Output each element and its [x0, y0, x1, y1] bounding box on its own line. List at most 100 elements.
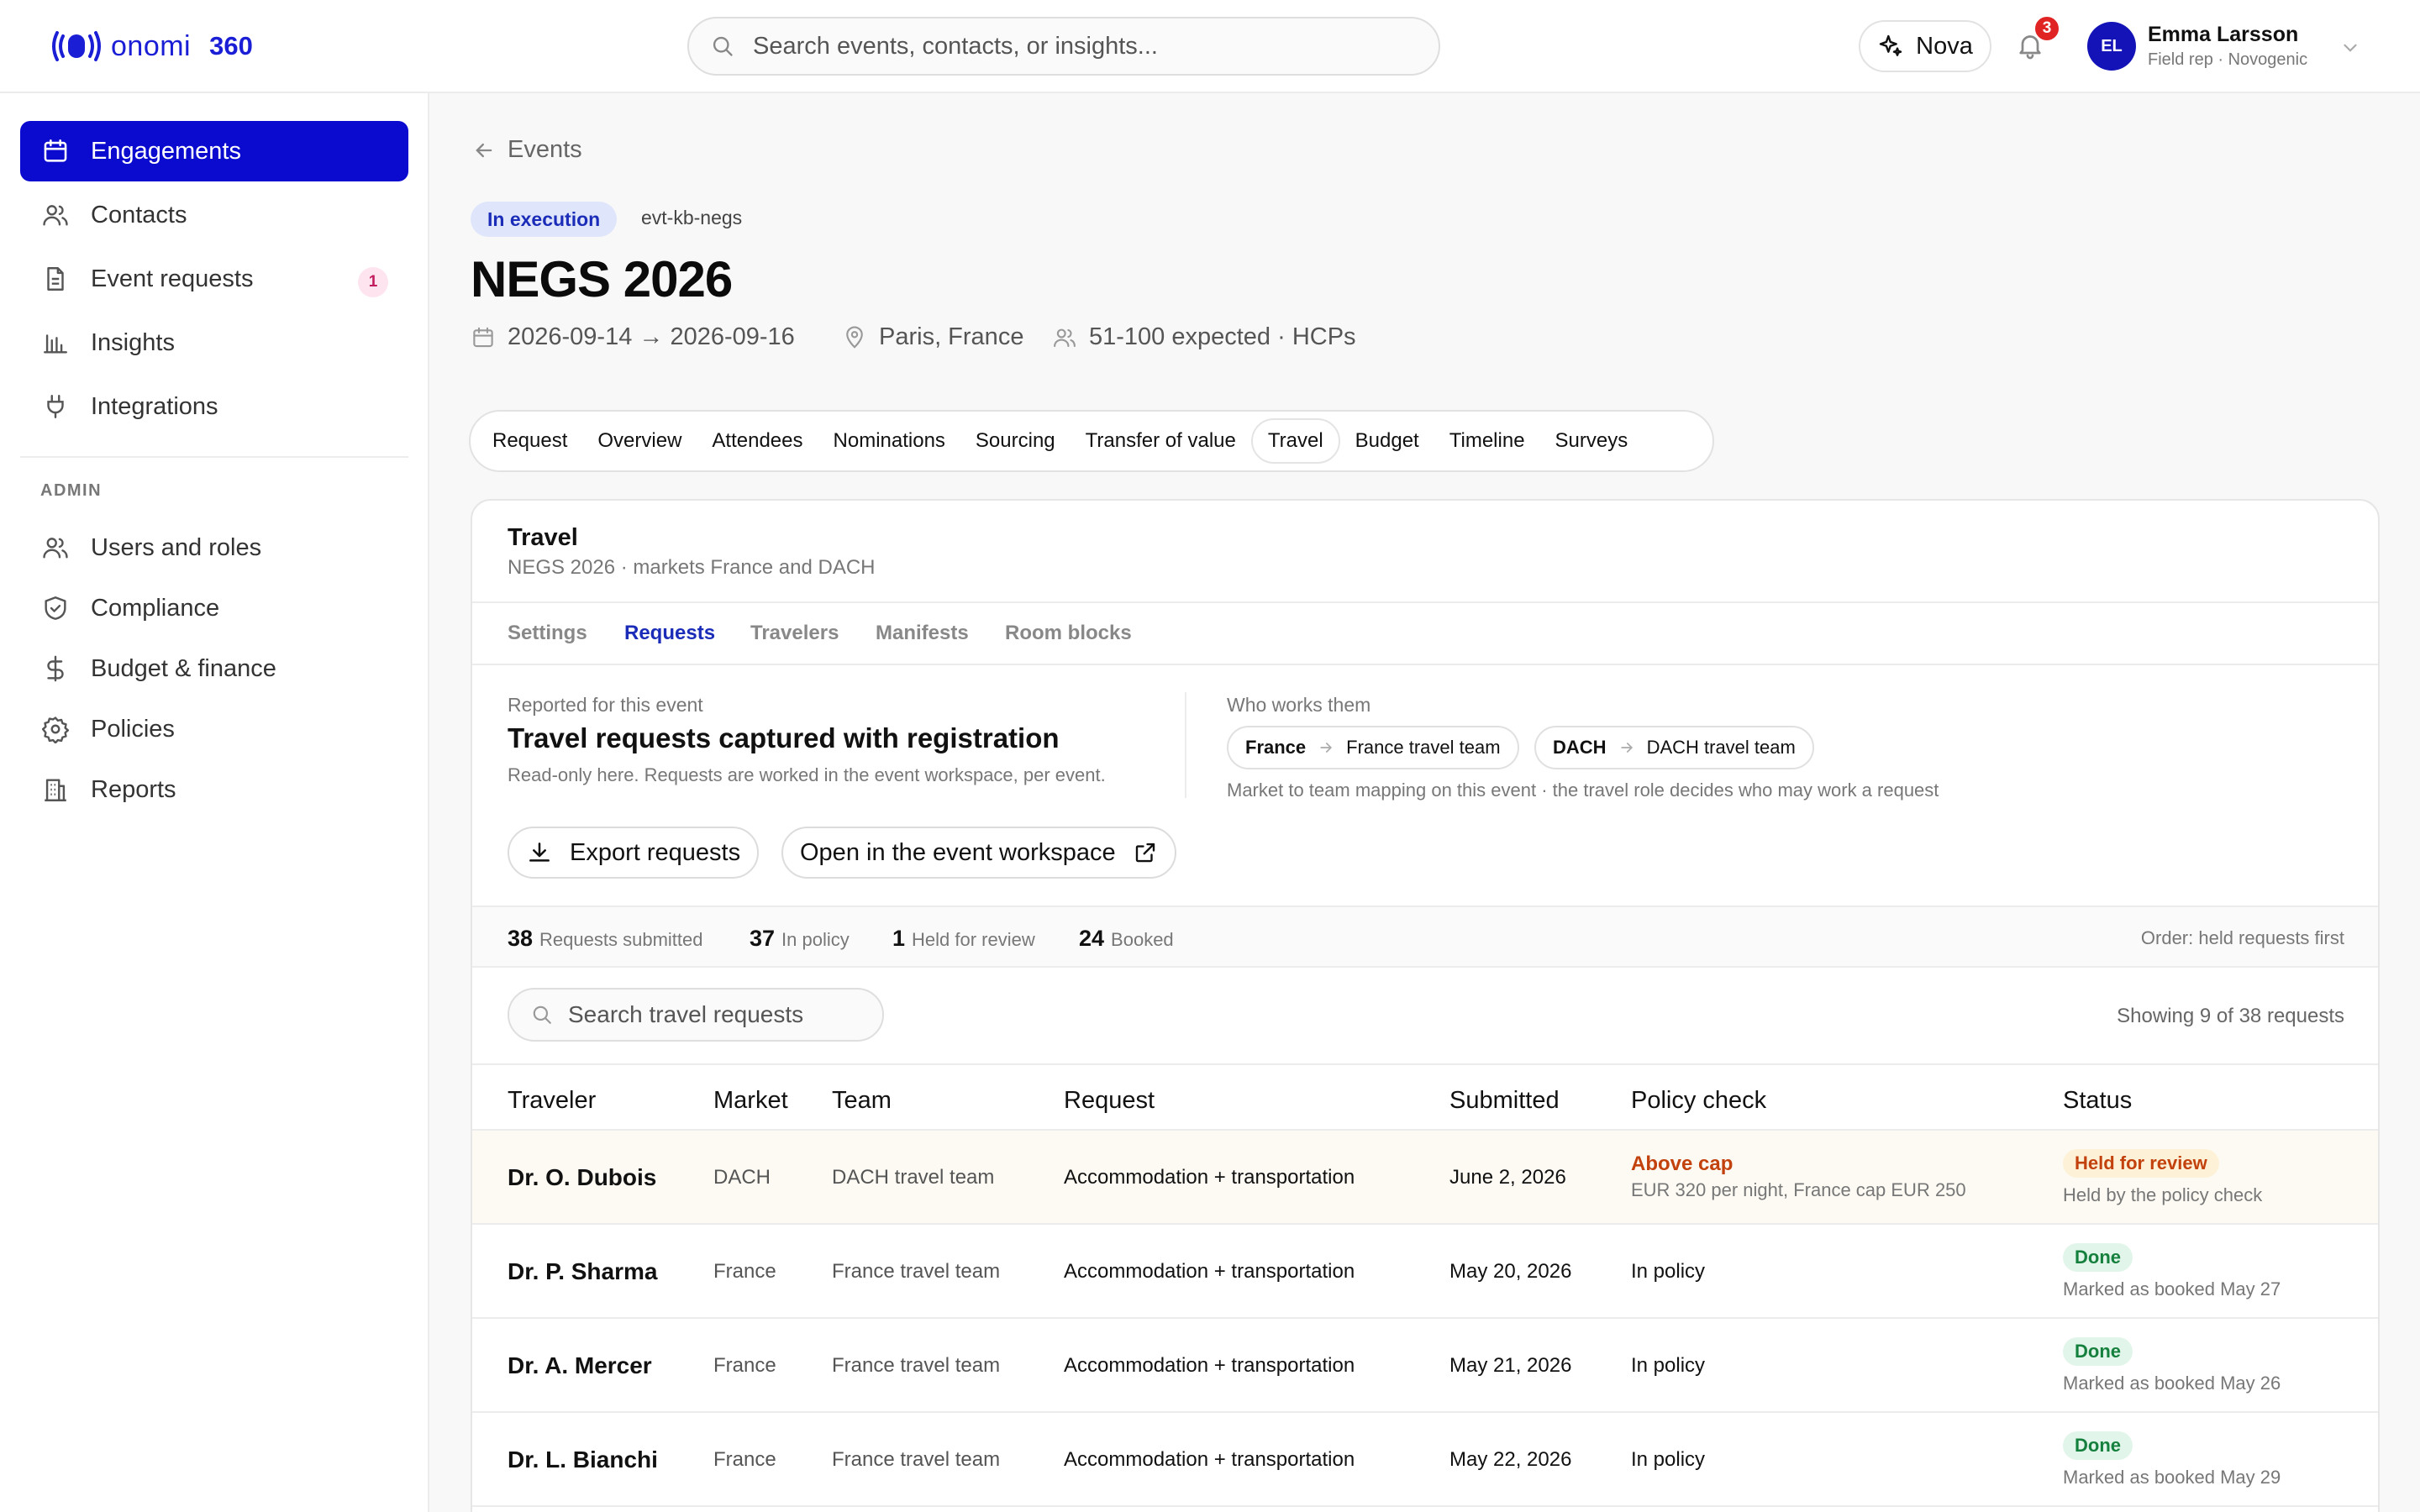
tab-travel[interactable]: Travel — [1250, 418, 1340, 464]
status-badge: Done — [2063, 1337, 2133, 1366]
open-event-workspace-button[interactable]: Open in the event workspace — [781, 827, 1176, 879]
user-menu-chevron-down-icon[interactable] — [2339, 37, 2361, 59]
market-cell: France — [713, 1448, 776, 1471]
arrow-right-icon — [1620, 743, 1633, 753]
submitted-cell: May 21, 2026 — [1449, 1354, 1572, 1377]
mapping-market: France — [1245, 737, 1307, 758]
traveler-name: Dr. O. Dubois — [508, 1164, 657, 1190]
tab-sourcing[interactable]: Sourcing — [960, 418, 1071, 464]
tab-surveys[interactable]: Surveys — [1540, 418, 1644, 464]
sidebar-item-label: Engagements — [91, 137, 241, 165]
column-header-request[interactable]: Request — [1064, 1087, 1155, 1115]
subtab-room-blocks[interactable]: Room blocks — [1005, 622, 1132, 645]
mapping-market: DACH — [1553, 737, 1607, 758]
user-name: Emma Larsson — [2148, 23, 2299, 46]
subtab-requests[interactable]: Requests — [624, 622, 715, 645]
traveler-name: Dr. L. Bianchi — [508, 1446, 658, 1473]
bar-chart-icon — [40, 328, 71, 358]
stat-label: Booked — [1111, 929, 1174, 950]
divider — [472, 664, 2378, 665]
column-header-traveler[interactable]: Traveler — [508, 1087, 596, 1115]
submitted-cell: June 2, 2026 — [1449, 1166, 1566, 1189]
gear-icon — [40, 714, 71, 744]
column-header-status[interactable]: Status — [2063, 1087, 2132, 1115]
sidebar-item-event-requests[interactable]: Event requests 1 — [20, 249, 408, 309]
column-header-submitted[interactable]: Submitted — [1449, 1087, 1560, 1115]
download-icon — [529, 843, 550, 862]
user-avatar[interactable]: EL — [2087, 22, 2136, 71]
stat-held: 1 Held for review — [892, 926, 1035, 952]
column-header-team[interactable]: Team — [832, 1087, 892, 1115]
sidebar-item-policies[interactable]: Policies — [20, 699, 408, 759]
policy-check-cell: In policy — [1631, 1260, 1706, 1283]
table-row[interactable]: Dr. O. Dubois DACH DACH travel team Acco… — [472, 1131, 2378, 1225]
stat-label: Requests submitted — [539, 929, 703, 950]
users-icon — [40, 533, 71, 563]
sidebar-item-label: Budget & finance — [91, 654, 276, 682]
sidebar-item-users-and-roles[interactable]: Users and roles — [20, 517, 408, 578]
export-requests-label: Export requests — [570, 838, 741, 866]
travel-requests-search-input[interactable]: Search travel requests — [508, 988, 884, 1042]
column-header-market[interactable]: Market — [713, 1087, 788, 1115]
tab-attendees[interactable]: Attendees — [697, 418, 818, 464]
subtab-settings[interactable]: Settings — [508, 622, 587, 645]
market-cell: DACH — [713, 1166, 771, 1189]
table-row[interactable]: Dr. L. Bianchi France France travel team… — [472, 1413, 2378, 1507]
event-dates: 2026-09-14 → 2026-09-16 — [471, 323, 795, 351]
top-bar: onomi 360 Search events, contacts, or in… — [0, 0, 2420, 93]
event-tabs: Request Overview Attendees Nominations S… — [469, 410, 1714, 472]
travel-title: Travel — [508, 524, 578, 551]
arrow-left-icon — [476, 143, 492, 157]
traveler-name: Dr. P. Sharma — [508, 1258, 658, 1284]
user-role: Field rep · Novogenic — [2148, 50, 2308, 69]
stat-value: 1 — [892, 926, 906, 951]
tab-request[interactable]: Request — [477, 418, 582, 464]
travel-subtitle: NEGS 2026 · markets France and DACH — [508, 556, 876, 579]
vertical-divider — [1185, 692, 1186, 798]
sidebar-item-label: Reports — [91, 775, 176, 803]
subtab-travelers[interactable]: Travelers — [750, 622, 839, 645]
sidebar-item-integrations[interactable]: Integrations — [20, 376, 408, 437]
policy-check-warning: Above cap — [1631, 1152, 1733, 1175]
map-pin-icon — [846, 325, 863, 349]
table-row[interactable]: Dr. A. Mercer France France travel team … — [472, 1319, 2378, 1413]
mapping-chip-dach: DACH DACH travel team — [1534, 726, 1814, 769]
stat-value: 38 — [508, 926, 534, 951]
sidebar-item-label: Contacts — [91, 201, 187, 228]
policy-check-cell: In policy — [1631, 1354, 1706, 1377]
status-note: Marked as booked May 27 — [2063, 1278, 2281, 1299]
app-logo[interactable]: onomi 360 — [50, 27, 253, 66]
subtab-manifests[interactable]: Manifests — [876, 622, 969, 645]
stat-value: 24 — [1079, 926, 1105, 951]
travel-search-placeholder: Search travel requests — [568, 1001, 804, 1027]
sidebar: Engagements Contacts Event requests 1 In… — [0, 93, 429, 1512]
open-workspace-label: Open in the event workspace — [800, 838, 1116, 866]
team-cell: France travel team — [832, 1448, 1001, 1471]
status-note: Marked as booked May 29 — [2063, 1467, 2281, 1488]
column-header-policy-check[interactable]: Policy check — [1631, 1087, 1766, 1115]
tab-timeline[interactable]: Timeline — [1434, 418, 1540, 464]
tab-nominations[interactable]: Nominations — [818, 418, 960, 464]
calendar-icon — [40, 136, 71, 166]
team-cell: France travel team — [832, 1354, 1001, 1377]
sidebar-item-insights[interactable]: Insights — [20, 312, 408, 373]
tab-budget[interactable]: Budget — [1340, 418, 1434, 464]
event-id: evt-kb-negs — [641, 207, 743, 228]
document-icon — [40, 264, 71, 294]
sidebar-item-contacts[interactable]: Contacts — [20, 185, 408, 245]
tab-overview[interactable]: Overview — [582, 418, 697, 464]
nova-assistant-button[interactable]: Nova — [1859, 20, 1991, 72]
back-to-events-link[interactable]: Events — [472, 136, 582, 164]
global-search-input[interactable]: Search events, contacts, or insights... — [687, 17, 1440, 76]
export-requests-button[interactable]: Export requests — [508, 827, 760, 879]
table-row[interactable]: Dr. P. Sharma France France travel team … — [472, 1225, 2378, 1319]
sidebar-item-budget-finance[interactable]: Budget & finance — [20, 638, 408, 699]
sidebar-item-compliance[interactable]: Compliance — [20, 578, 408, 638]
back-label: Events — [508, 136, 582, 163]
sidebar-item-engagements[interactable]: Engagements — [20, 121, 408, 181]
request-cell: Accommodation + transportation — [1064, 1354, 1355, 1377]
dollar-icon — [40, 654, 71, 684]
nova-label: Nova — [1916, 32, 1973, 60]
sidebar-item-reports[interactable]: Reports — [20, 759, 408, 820]
tab-transfer-of-value[interactable]: Transfer of value — [1071, 418, 1251, 464]
